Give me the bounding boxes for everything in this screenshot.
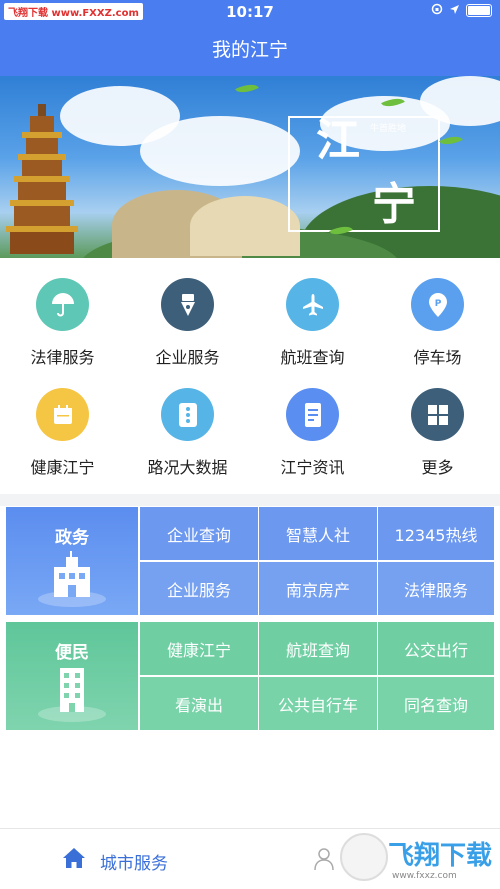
umbrella-icon	[36, 278, 89, 331]
people-panel-title: 便民	[55, 643, 89, 663]
watermark-logo-icon	[340, 833, 388, 881]
apartment-building-icon	[38, 668, 106, 722]
pen-nib-icon	[161, 278, 214, 331]
service-label: 更多	[421, 458, 454, 477]
service-label: 企业服务	[155, 348, 220, 367]
gov-item-nanjing-housing[interactable]: 南京房产	[259, 562, 377, 615]
gov-panel-title: 政务	[55, 528, 89, 548]
leaf-icon	[235, 79, 259, 98]
people-item-public-bike[interactable]: 公共自行车	[259, 677, 377, 730]
service-health[interactable]: 健康江宁	[0, 388, 125, 488]
service-traffic[interactable]: 路况大数据	[125, 388, 250, 488]
cloud-shape	[140, 116, 300, 186]
people-item-health[interactable]: 健康江宁	[140, 622, 258, 675]
banner-image[interactable]: 江 宁 牛首胜地	[0, 76, 500, 258]
government-building-icon	[38, 551, 106, 607]
status-time: 10:17	[226, 3, 274, 21]
rotation-lock-icon	[431, 3, 443, 18]
battery-icon	[466, 4, 492, 17]
banner-subtitle: 牛首胜地	[370, 124, 407, 134]
gov-item-enterprise-query[interactable]: 企业查询	[140, 507, 258, 560]
watermark-url: www.fxxz.com	[392, 871, 457, 881]
airplane-icon	[286, 278, 339, 331]
people-item-shows[interactable]: 看演出	[140, 677, 258, 730]
watermark-text: 飞翔下载	[388, 841, 493, 871]
people-item-bus[interactable]: 公交出行	[378, 622, 494, 675]
people-item-name-query[interactable]: 同名查询	[378, 677, 494, 730]
people-panel-header[interactable]: 便民	[6, 622, 138, 730]
banner-frame	[288, 116, 440, 232]
service-law[interactable]: 法律服务	[0, 278, 125, 378]
service-label: 法律服务	[30, 348, 95, 367]
pagoda-icon	[6, 104, 78, 254]
dots-icon	[161, 388, 214, 441]
service-label: 江宁资讯	[280, 458, 345, 477]
service-flight[interactable]: 航班查询	[250, 278, 375, 378]
location-arrow-icon	[449, 4, 460, 18]
user-icon[interactable]	[313, 847, 335, 871]
tab-city-services[interactable]: 城市服务	[100, 849, 168, 874]
service-label: 停车场	[413, 348, 462, 367]
calendar-icon	[36, 388, 89, 441]
page-title: 我的江宁	[211, 39, 288, 61]
banner-char-ning: 宁	[372, 179, 416, 230]
dome-building	[190, 196, 300, 256]
service-more[interactable]: 更多	[375, 388, 500, 488]
grid-icon	[411, 388, 464, 441]
people-panel: 便民 健康江宁 航班查询 公交出行 看演出 公共自行车 同名查询	[6, 622, 494, 730]
service-label: 路况大数据	[147, 458, 228, 477]
location-pin-icon: P	[411, 278, 464, 331]
gov-item-legal-service[interactable]: 法律服务	[378, 562, 494, 615]
banner-char-jiang: 江	[316, 115, 360, 166]
service-news[interactable]: 江宁资讯	[250, 388, 375, 488]
nav-bar: 我的江宁	[0, 24, 500, 76]
gov-panel: 政务 企业查询 智慧人社 12345热线 企业服务 南京房产 法律服务	[6, 507, 494, 615]
document-icon	[286, 388, 339, 441]
gov-item-smart-hr[interactable]: 智慧人社	[259, 507, 377, 560]
status-icons	[431, 3, 492, 18]
service-label: 航班查询	[280, 348, 345, 367]
service-label: 健康江宁	[30, 458, 95, 477]
gov-item-hotline[interactable]: 12345热线	[378, 507, 494, 560]
svg-text:P: P	[434, 299, 441, 309]
people-item-flight[interactable]: 航班查询	[259, 622, 377, 675]
gov-panel-header[interactable]: 政务	[6, 507, 138, 615]
status-bar: 飞翔下载 www.FXXZ.com 10:17	[0, 0, 500, 24]
tab-bar: 城市服务 飞翔下载 www.fxxz.com	[0, 828, 500, 889]
service-enterprise[interactable]: 企业服务	[125, 278, 250, 378]
gov-item-enterprise-service[interactable]: 企业服务	[140, 562, 258, 615]
section-divider	[0, 494, 500, 506]
service-parking[interactable]: P 停车场	[375, 278, 500, 378]
home-icon[interactable]	[62, 847, 86, 869]
